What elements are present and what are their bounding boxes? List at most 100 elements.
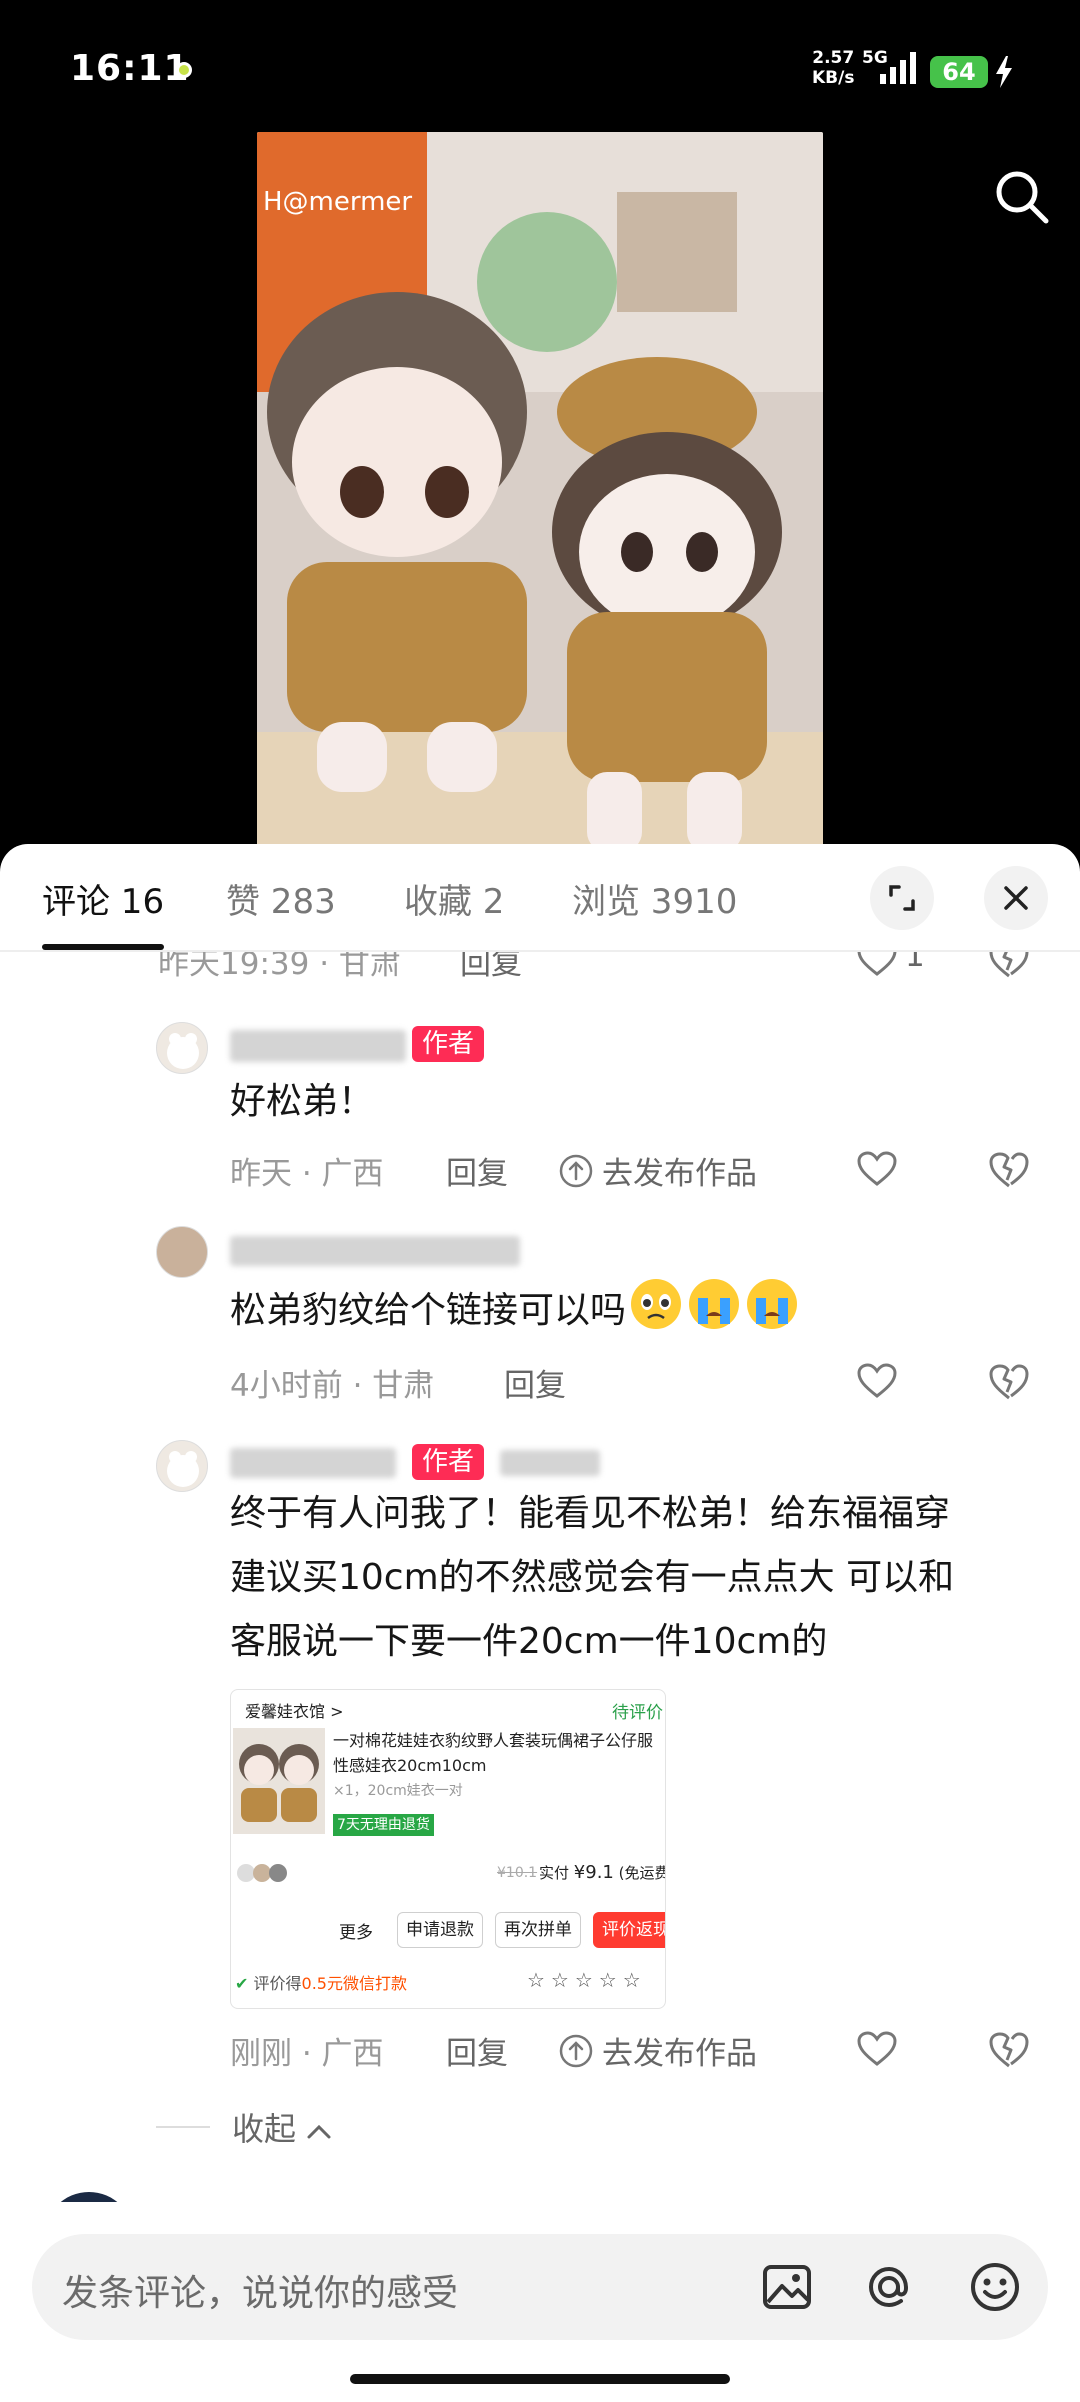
status-bar: 16:11 2.57 KB/s 5G 64	[0, 0, 1080, 130]
collapse-label: 收起	[232, 2110, 297, 2148]
comment-text-line: 终于有人问我了！能看见不松弟！给东福福穿	[230, 1493, 951, 1534]
comment-text-line: 建议买10cm的不然感觉会有一点点大 可以和	[230, 1557, 955, 1598]
tab-views[interactable]: 浏览 3910	[572, 874, 737, 923]
tab-underline	[42, 944, 164, 950]
publish-label: 去发布作品	[602, 2036, 757, 2072]
pleading-emoji-icon	[631, 1279, 682, 1329]
original-price: ¥10.1	[497, 1865, 538, 1881]
heart-icon[interactable]	[856, 952, 898, 978]
comment-sheet: 评论 16 赞 283 收藏 2 浏览 3910 昨天19:39 · 甘肃 回复…	[0, 844, 1080, 2402]
order-screenshot[interactable]: 爱馨娃衣馆 > 待评价 一对棉花娃娃衣豹纹野人套装玩偶裙子公仔服 性感娃衣20c…	[230, 1689, 666, 2009]
signal-icon	[880, 52, 916, 84]
tab-favorites[interactable]: 收藏 2	[404, 874, 504, 923]
product-title: 一对棉花娃娃衣豹纹野人套装玩偶裙子公仔服	[333, 1731, 654, 1750]
charging-icon	[996, 56, 1012, 88]
crying-emoji-icon	[689, 1279, 740, 1329]
avatar[interactable]	[156, 1022, 208, 1074]
username-extra-blurred	[500, 1450, 600, 1476]
tab-bar: 评论 16 赞 283 收藏 2 浏览 3910	[0, 844, 1080, 952]
paid-value: ¥9.1	[573, 1862, 614, 1883]
status-time: 16:11	[70, 48, 190, 89]
comment-text: 松弟豹纹给个链接可以吗	[230, 1276, 800, 1343]
dislike-icon[interactable]	[988, 1150, 1030, 1190]
network-speed-unit: KB/s	[812, 68, 855, 88]
rebuy-button: 再次拼单	[495, 1912, 581, 1948]
shipping-note: (免运费)	[618, 1864, 665, 1882]
avatar-image	[167, 1451, 199, 1487]
collapse-button[interactable]: 收起	[232, 2104, 332, 2150]
upload-icon	[559, 2034, 593, 2067]
avatar[interactable]	[44, 2192, 134, 2202]
username-blurred[interactable]	[230, 1236, 520, 1266]
username-blurred[interactable]	[230, 1030, 406, 1062]
tab-likes[interactable]: 赞 283	[226, 874, 336, 923]
doll-photo: H@mermer	[257, 132, 823, 852]
author-badge: 作者	[412, 1444, 485, 1480]
shop-name: 爱馨娃衣馆 >	[245, 1702, 344, 1721]
close-icon	[1004, 886, 1028, 910]
author-badge: 作者	[412, 1026, 485, 1062]
upload-icon	[559, 1154, 593, 1187]
publish-button[interactable]: 去发布作品	[558, 2028, 757, 2073]
dislike-icon[interactable]	[988, 2030, 1030, 2070]
crying-emoji-icon	[747, 1279, 798, 1329]
like-count: 1	[905, 952, 925, 974]
return-badge: 7天无理由退货	[333, 1814, 434, 1836]
comment-text-line: 客服说一下要一件20cm一件10cm的	[230, 1621, 828, 1662]
comment-list[interactable]: 昨天19:39 · 甘肃 回复 1 作者 好松弟！ 昨天 · 广西 回复 去发布…	[0, 952, 1080, 2202]
rating-stars: ☆☆☆☆☆	[527, 1968, 647, 1992]
paid-label: 实付	[539, 1864, 570, 1882]
review-button: 评价返现	[593, 1912, 665, 1948]
dislike-icon[interactable]	[988, 952, 1030, 980]
reply-button[interactable]: 回复	[446, 2028, 508, 2073]
more-link: 更多	[339, 1923, 373, 1943]
network-speed: 2.57 KB/s	[812, 48, 854, 88]
network-speed-value: 2.57	[812, 48, 855, 68]
product-thumbnail	[233, 1728, 325, 1834]
heart-icon[interactable]	[856, 1362, 898, 1400]
heart-icon[interactable]	[856, 1150, 898, 1188]
refund-button: 申请退款	[397, 1912, 483, 1948]
close-button[interactable]	[984, 866, 1048, 930]
image-icon[interactable]	[760, 2260, 814, 2314]
tab-comments[interactable]: 评论 16	[42, 874, 164, 923]
video-preview[interactable]: H@mermer	[257, 132, 823, 852]
avatar[interactable]	[156, 1440, 208, 1492]
comment-text: 好松弟！	[230, 1081, 375, 1122]
buyer-avatars	[237, 1864, 287, 1882]
emoji-icon[interactable]	[968, 2260, 1022, 2314]
reward-value: 0.5元微信打款	[301, 1974, 407, 1993]
product-title-2: 性感娃衣20cm10cm	[333, 1756, 487, 1775]
heart-icon[interactable]	[856, 2030, 898, 2068]
comment-meta: 刚刚 · 广西	[230, 2036, 384, 2072]
comment-meta: 昨天19:39 · 甘肃	[158, 952, 401, 982]
dislike-icon[interactable]	[988, 1362, 1030, 1402]
comment-meta: 4小时前 · 甘肃	[230, 1368, 435, 1404]
avatar[interactable]	[156, 1226, 208, 1278]
product-spec: ×1，20cm娃衣一对	[333, 1783, 463, 1799]
search-icon[interactable]	[990, 165, 1054, 229]
username-blurred[interactable]	[230, 1448, 396, 1478]
chevron-up-icon	[307, 2124, 331, 2139]
comment-input-bar[interactable]: 发条评论，说说你的感受	[32, 2234, 1048, 2340]
watermark-text: H@mermer	[263, 187, 412, 217]
comment-meta: 昨天 · 广西	[230, 1156, 384, 1192]
reply-button[interactable]: 回复	[460, 952, 522, 983]
publish-label: 去发布作品	[602, 1156, 757, 1192]
review-reward: ✔ 评价得0.5元微信打款	[235, 1974, 407, 1993]
order-status: 待评价	[612, 1703, 663, 1723]
reply-button[interactable]: 回复	[446, 1148, 508, 1193]
publish-button[interactable]: 去发布作品	[558, 1148, 757, 1193]
notification-icon	[176, 62, 192, 78]
expand-button[interactable]	[870, 866, 934, 930]
comment-input[interactable]: 发条评论，说说你的感受	[62, 2264, 458, 2316]
collapse-divider	[156, 2126, 210, 2128]
battery-icon: 64	[930, 56, 988, 88]
reward-label: 评价得	[253, 1974, 302, 1993]
comment-text-body: 松弟豹纹给个链接可以吗	[230, 1290, 627, 1331]
paid-amount: 实付 ¥9.1 (免运费)	[539, 1862, 665, 1883]
reply-button[interactable]: 回复	[504, 1360, 566, 1405]
mention-icon[interactable]	[862, 2260, 916, 2314]
avatar-image	[167, 1033, 199, 1069]
home-indicator[interactable]	[350, 2374, 730, 2384]
